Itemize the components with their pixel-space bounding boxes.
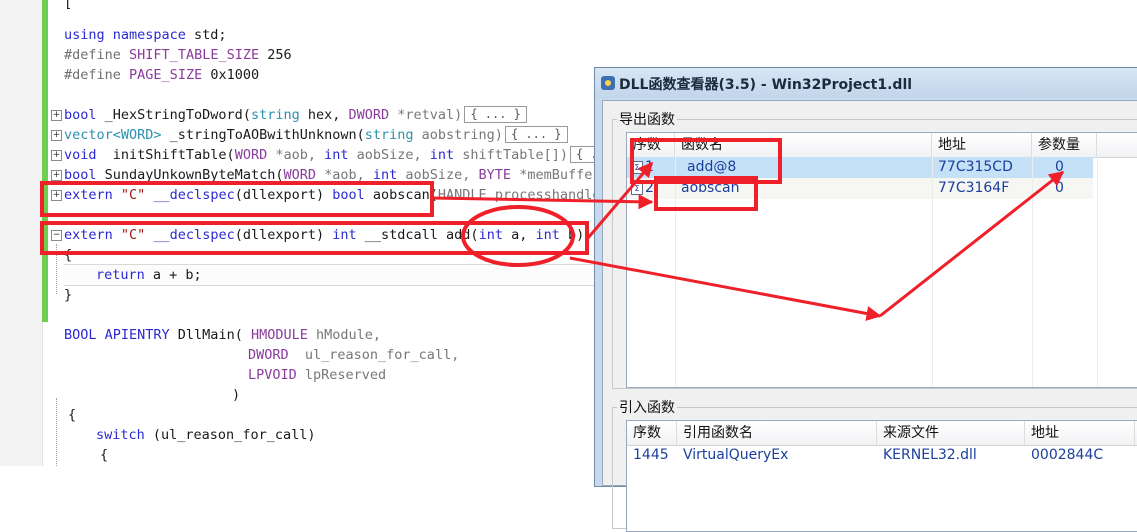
col-source-file[interactable]: 来源文件: [877, 421, 1025, 445]
export-row-add[interactable]: Σ 1 add@8 77C315CD 0: [627, 157, 1093, 178]
code-line: #define PAGE_SIZE 0x1000: [64, 67, 260, 83]
code-line: using namespace std;: [64, 27, 227, 43]
code-line: }: [64, 287, 73, 303]
scope-guide: [56, 244, 57, 294]
imports-list[interactable]: 序数 引用函数名 来源文件 地址 1445 VirtualQueryEx KER…: [626, 420, 1137, 532]
code-line: DWORD ul_reason_for_call,: [248, 347, 460, 363]
code-line-add: extern "C" __declspec(dllexport) int __s…: [64, 227, 585, 243]
dll-viewer-window[interactable]: DLL函数查看器(3.5) - Win32Project1.dll 导出函数 序…: [594, 67, 1137, 532]
import-address: 0002844C: [1031, 447, 1104, 463]
app-icon: [601, 76, 615, 90]
col-param-count[interactable]: 参数量: [1032, 133, 1097, 157]
exports-group-label: 导出函数: [617, 109, 677, 129]
col-function-name[interactable]: 函数名: [675, 133, 932, 157]
fold-expand-icon[interactable]: +: [51, 150, 62, 161]
col-ordinal[interactable]: 序数: [627, 133, 675, 157]
code-line: vector<WORD> _stringToAOBwithUnknown(str…: [64, 125, 568, 145]
code-line: void initShiftTable(WORD *aob, int aobSi…: [64, 145, 619, 165]
import-ordinal: 1445: [633, 447, 669, 463]
code-line: switch (ul_reason_for_call): [96, 427, 316, 443]
dialog-client: 导出函数 序数 函数名 地址 参数量 Σ 1 add@8 77C315CD 0 …: [602, 100, 1137, 532]
code-line: {: [100, 447, 109, 463]
export-row-aobscan[interactable]: Σ 2 aobscan 77C3164F 0: [627, 178, 1093, 199]
code-line: return a + b;: [96, 267, 202, 283]
export-ordinal: 1: [645, 159, 654, 175]
export-address: 77C3164F: [938, 180, 1010, 196]
column-divider: [675, 157, 676, 387]
change-bar: [42, 0, 48, 322]
fold-expand-icon[interactable]: +: [51, 110, 62, 121]
export-address: 77C315CD: [938, 159, 1013, 175]
import-name: VirtualQueryEx: [683, 447, 789, 463]
code-line: bool _HexStringToDword(string hex, DWORD…: [64, 105, 527, 125]
code-line: [: [64, 0, 73, 11]
code-line: BOOL APIENTRY DllMain( HMODULE hModule,: [64, 327, 382, 343]
exports-group: 导出函数 序数 函数名 地址 参数量 Σ 1 add@8 77C315CD 0 …: [612, 109, 1137, 389]
title-bar[interactable]: DLL函数查看器(3.5) - Win32Project1.dll: [595, 68, 1137, 98]
editor-gutter: [0, 0, 43, 466]
column-divider: [1097, 157, 1098, 387]
export-ordinal: 2: [645, 180, 654, 196]
export-name: add@8: [687, 159, 737, 175]
export-params: 0: [1055, 159, 1064, 175]
imports-group: 引入函数 序数 引用函数名 来源文件 地址 1445 VirtualQueryE…: [612, 397, 1137, 532]
column-divider: [1032, 157, 1033, 387]
exports-header: 序数 函数名 地址 参数量: [627, 133, 1137, 158]
code-line: LPVOID lpReserved: [248, 367, 387, 383]
code-line: #define SHIFT_TABLE_SIZE 256: [64, 47, 292, 63]
col-ordinal[interactable]: 序数: [627, 421, 677, 445]
code-line-aobscan: extern "C" __declspec(dllexport) bool ao…: [64, 187, 609, 203]
code-line: bool SundayUnkownByteMatch(WORD *aob, in…: [64, 167, 609, 183]
imports-header: 序数 引用函数名 来源文件 地址: [627, 421, 1137, 446]
fold-expand-icon[interactable]: +: [51, 130, 62, 141]
fold-expand-icon[interactable]: +: [51, 190, 62, 201]
fold-expand-icon[interactable]: +: [51, 170, 62, 181]
column-divider: [932, 157, 933, 387]
exports-list[interactable]: 序数 函数名 地址 参数量 Σ 1 add@8 77C315CD 0 Σ 2 a…: [626, 132, 1137, 388]
import-file: KERNEL32.dll: [883, 447, 977, 463]
imports-group-label: 引入函数: [617, 397, 677, 417]
col-address[interactable]: 地址: [1025, 421, 1135, 445]
code-line: {: [64, 247, 73, 263]
import-row[interactable]: 1445 VirtualQueryEx KERNEL32.dll 0002844…: [627, 445, 1137, 466]
col-address[interactable]: 地址: [932, 133, 1032, 157]
col-import-name[interactable]: 引用函数名: [677, 421, 877, 445]
collapsed-region[interactable]: { ... }: [464, 106, 527, 123]
scope-guide: [56, 398, 57, 466]
export-params: 0: [1055, 180, 1064, 196]
code-line: {: [68, 407, 77, 423]
collapsed-region[interactable]: { ... }: [504, 126, 568, 143]
code-line: ): [232, 387, 241, 403]
fold-collapse-icon[interactable]: −: [51, 230, 62, 241]
window-title: DLL函数查看器(3.5) - Win32Project1.dll: [619, 77, 913, 93]
export-name: aobscan: [681, 180, 740, 196]
